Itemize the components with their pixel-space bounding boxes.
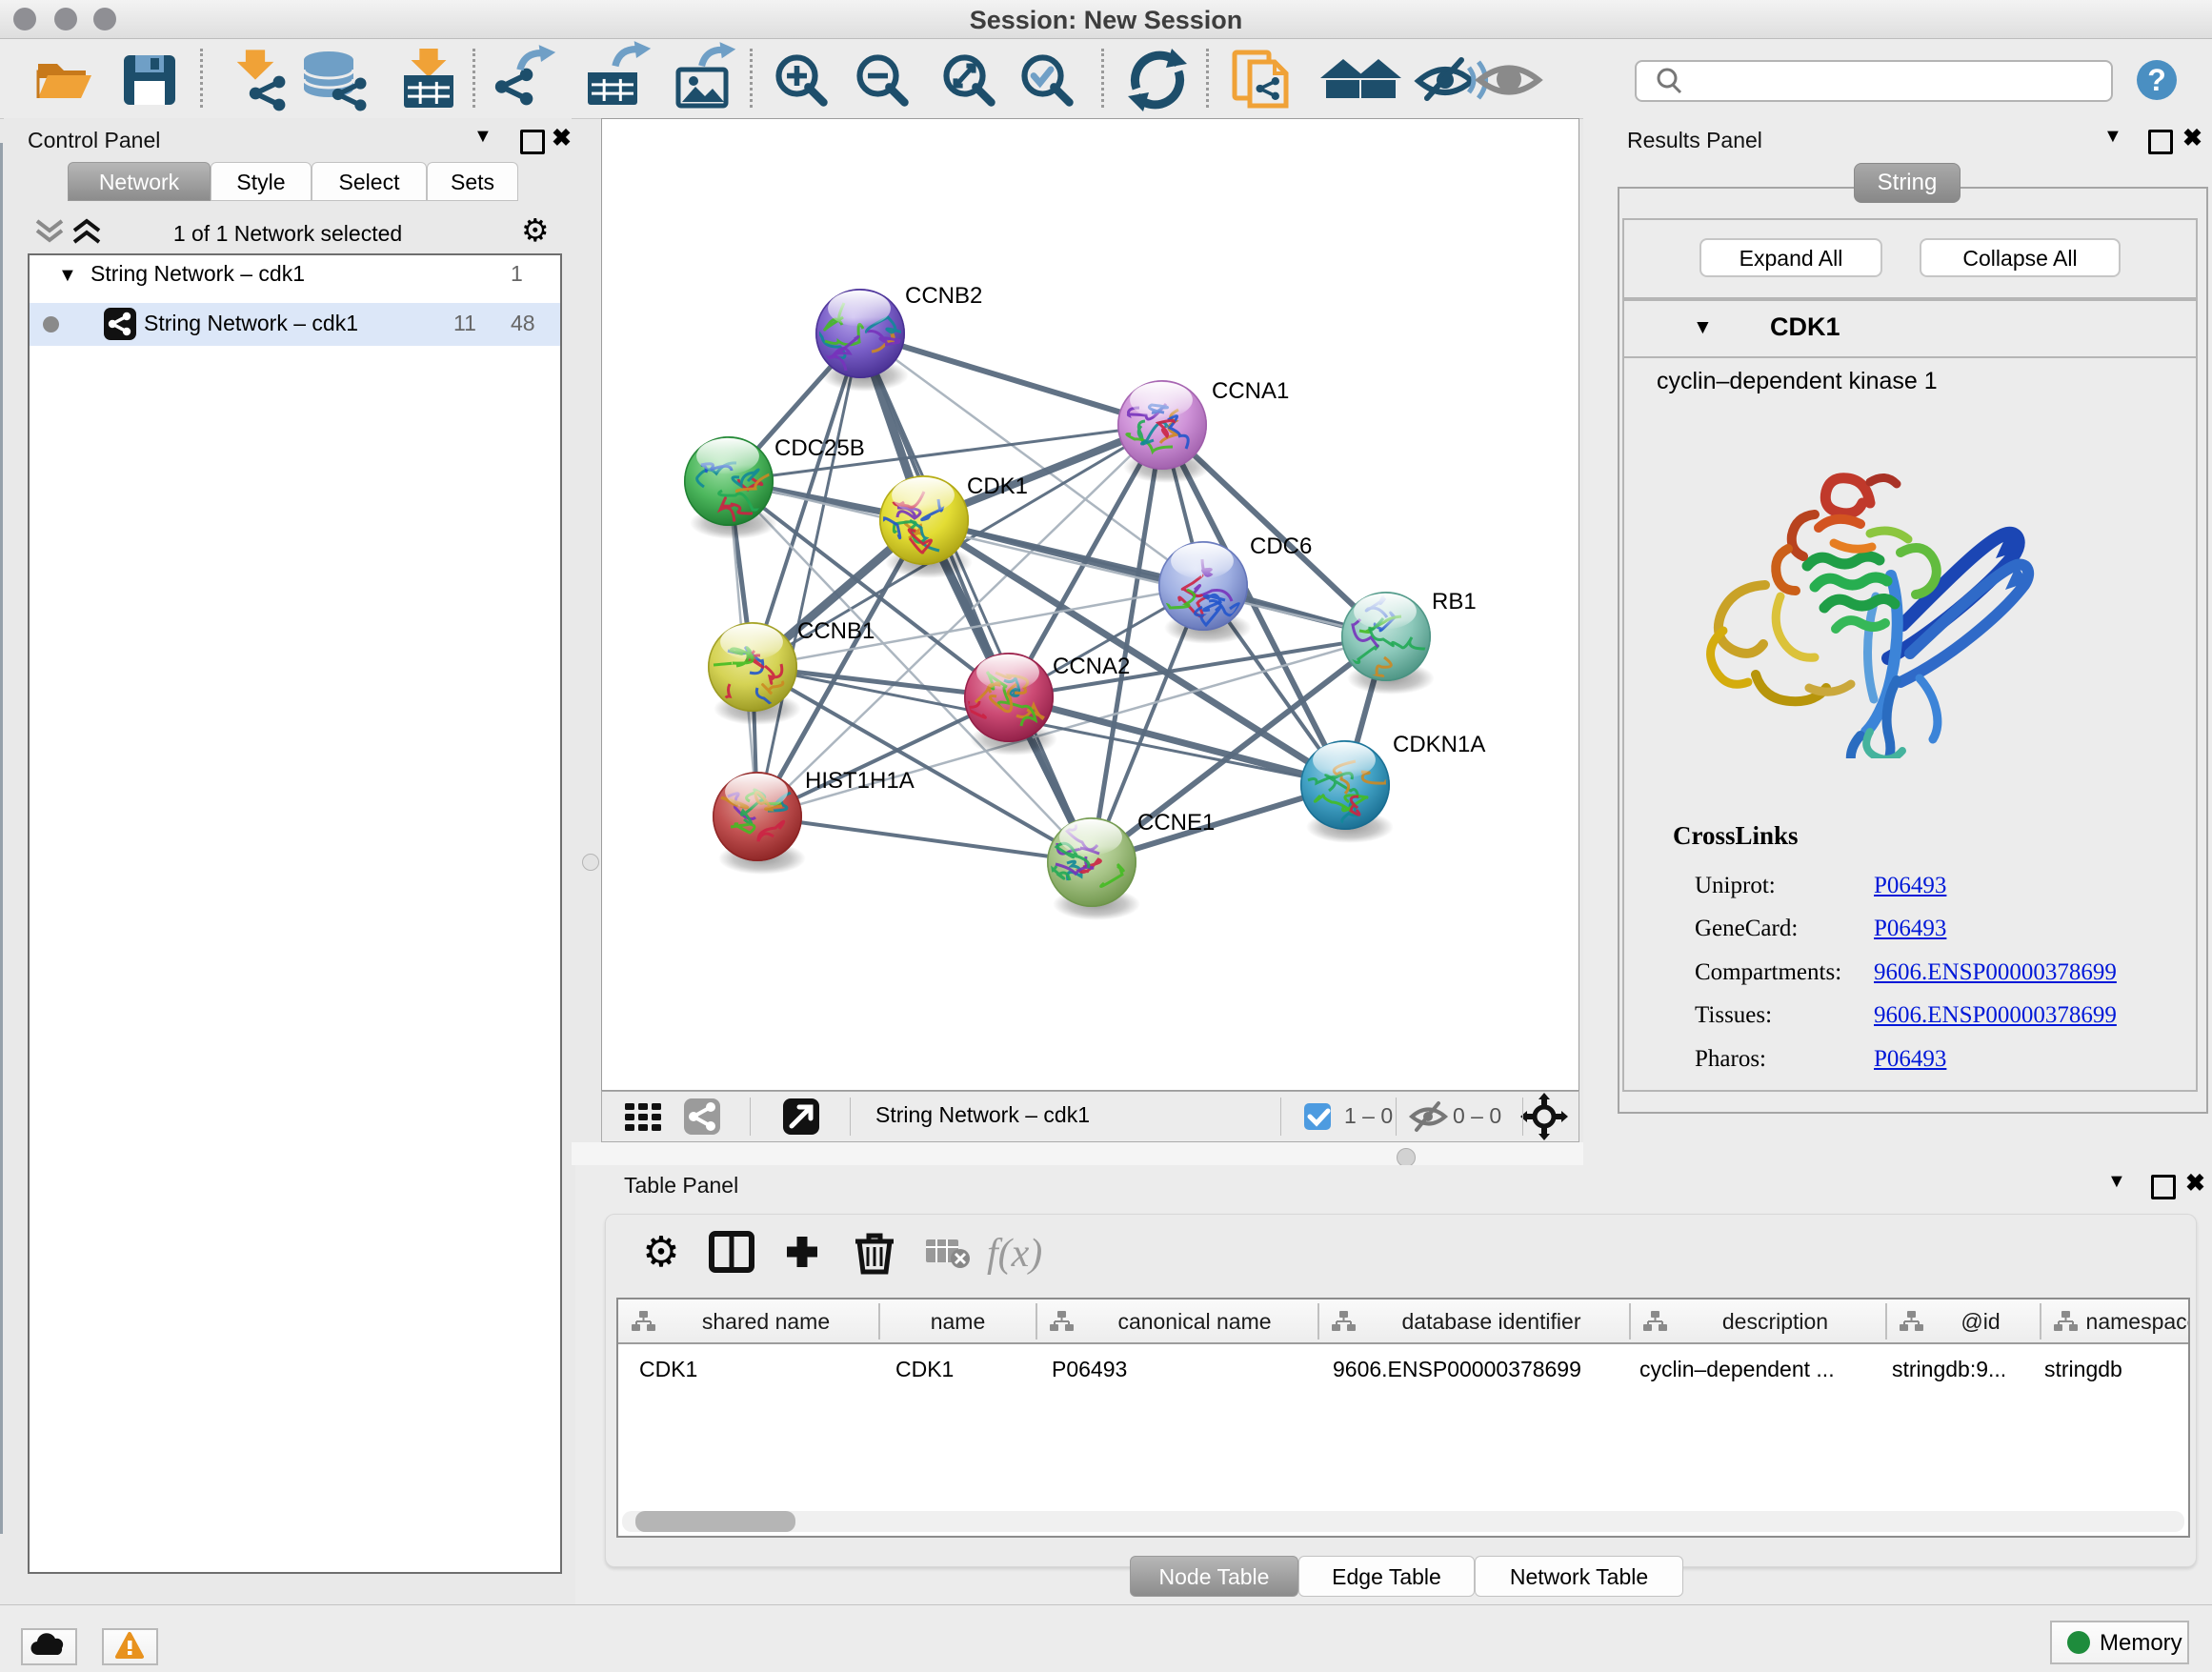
svg-text:CDC25B: CDC25B	[774, 435, 865, 461]
svg-text:CCNA2: CCNA2	[1053, 654, 1130, 679]
svg-text:namespace: namespace	[2086, 1309, 2188, 1334]
svg-text:shared name: shared name	[702, 1309, 830, 1334]
svg-text:CDK1: CDK1	[967, 473, 1028, 499]
svg-text:name: name	[931, 1309, 986, 1334]
svg-text:⚙: ⚙	[642, 1229, 679, 1276]
svg-text:f(x): f(x)	[987, 1232, 1042, 1276]
svg-text:CCNE1: CCNE1	[1137, 810, 1215, 836]
svg-text:CCNB2: CCNB2	[905, 283, 982, 309]
svg-text:@id: @id	[1961, 1309, 2000, 1334]
svg-text:CCNA1: CCNA1	[1212, 378, 1289, 404]
svg-text:database identifier: database identifier	[1402, 1309, 1581, 1334]
svg-text:CCNB1: CCNB1	[797, 618, 875, 644]
svg-text:?: ?	[2147, 63, 2166, 97]
svg-text:HIST1H1A: HIST1H1A	[805, 768, 915, 794]
svg-text:canonical name: canonical name	[1117, 1309, 1271, 1334]
svg-text:RB1: RB1	[1432, 589, 1477, 614]
svg-text:CDC6: CDC6	[1250, 534, 1312, 559]
svg-text:description: description	[1722, 1309, 1828, 1334]
svg-text:CDKN1A: CDKN1A	[1393, 732, 1485, 757]
